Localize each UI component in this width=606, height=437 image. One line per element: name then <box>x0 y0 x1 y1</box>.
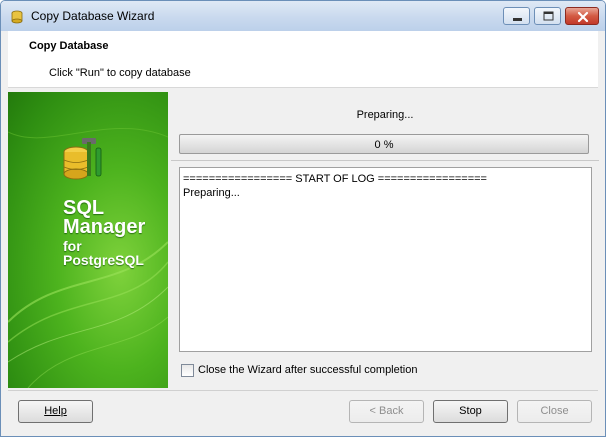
maximize-button[interactable] <box>534 7 561 25</box>
progress-percent: 0 % <box>374 139 394 151</box>
window-title: Copy Database Wizard <box>31 9 155 23</box>
log-line: Preparing... <box>183 187 240 199</box>
help-button-label: Help <box>44 405 67 417</box>
header-subtitle: Click "Run" to copy database <box>49 67 191 79</box>
product-banner: SQL Manager for PostgreSQL <box>8 92 168 388</box>
log-line: ================= START OF LOG =========… <box>183 173 487 185</box>
progress-bar: 0 % <box>179 134 589 154</box>
close-icon <box>577 11 589 23</box>
banner-line-4: PostgreSQL <box>63 252 144 268</box>
back-button[interactable]: < Back <box>349 400 424 423</box>
back-button-label: < Back <box>369 405 404 417</box>
header-divider <box>8 87 598 88</box>
title-bar[interactable]: Copy Database Wizard <box>1 1 605 31</box>
status-text: Preparing... <box>356 109 414 121</box>
stop-button-label: Stop <box>459 405 482 417</box>
stop-button[interactable]: Stop <box>433 400 508 423</box>
close-button[interactable]: Close <box>517 400 592 423</box>
progress-divider <box>171 160 599 161</box>
close-button-label: Close <box>540 405 569 417</box>
minimize-icon <box>513 18 522 21</box>
wizard-header: Copy Database Click "Run" to copy databa… <box>8 31 598 87</box>
minimize-button[interactable] <box>503 7 530 25</box>
footer-divider <box>8 390 598 391</box>
banner-line-2: Manager <box>63 216 146 238</box>
database-tools-icon <box>63 138 102 180</box>
help-button[interactable]: Help <box>18 400 93 423</box>
header-title: Copy Database <box>29 40 109 52</box>
close-window-button[interactable] <box>565 7 599 25</box>
close-after-completion-checkbox[interactable] <box>181 364 194 377</box>
log-area[interactable]: ================= START OF LOG =========… <box>179 167 592 352</box>
wizard-window: Copy Database Wizard Copy Database Click… <box>0 0 606 437</box>
maximize-icon <box>543 11 554 21</box>
close-after-completion-label: Close the Wizard after successful comple… <box>198 364 418 376</box>
database-app-icon <box>11 10 23 24</box>
